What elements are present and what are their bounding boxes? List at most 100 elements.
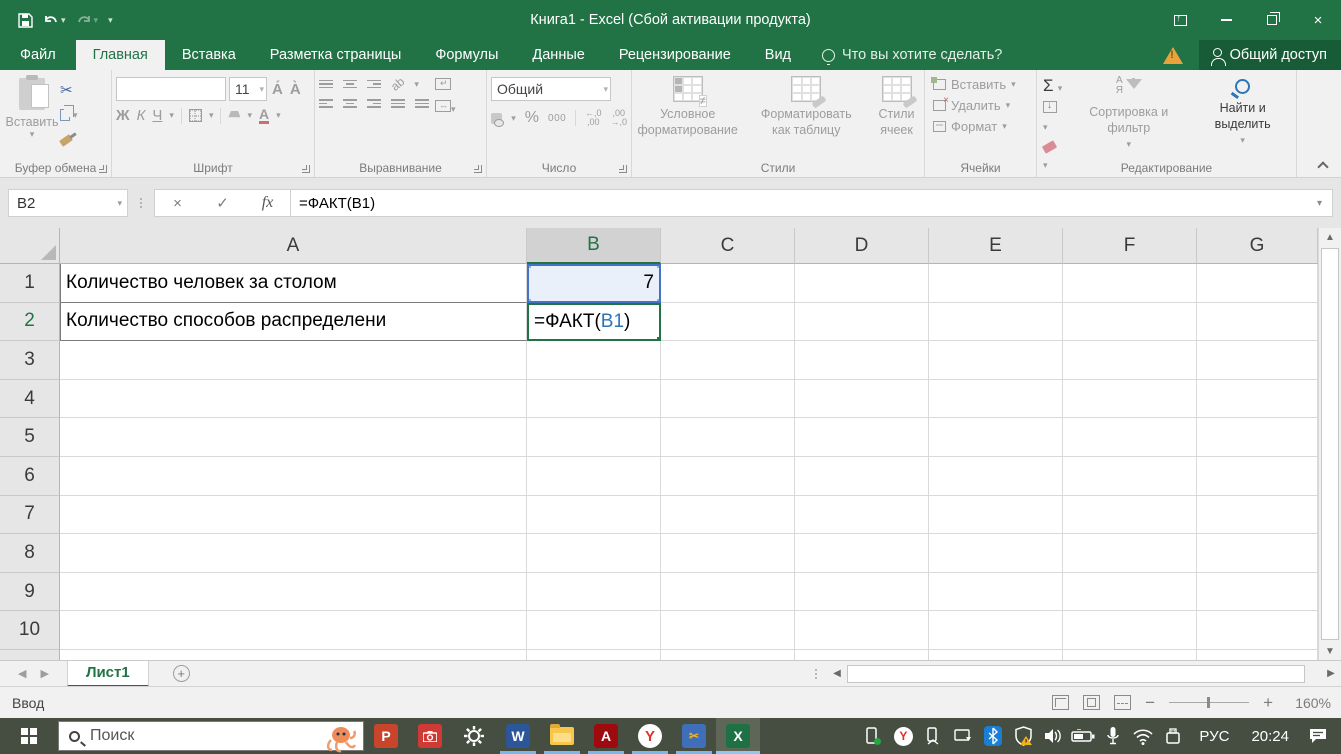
cell-D6[interactable]	[795, 456, 929, 496]
cell-C5[interactable]	[661, 418, 795, 457]
cell-C6[interactable]	[661, 456, 795, 496]
cell-E10[interactable]	[929, 611, 1063, 650]
taskbar-explorer[interactable]	[540, 718, 584, 754]
align-middle-icon[interactable]	[343, 79, 357, 89]
borders-icon[interactable]	[188, 109, 202, 122]
tray-usb-device[interactable]	[921, 718, 945, 754]
cell-A10[interactable]	[60, 611, 527, 650]
italic-button[interactable]: К	[137, 107, 146, 124]
cell-F5[interactable]	[1063, 418, 1197, 457]
cell-D8[interactable]	[795, 534, 929, 573]
column-header-A[interactable]: A	[60, 228, 527, 264]
cell-B5[interactable]	[527, 418, 661, 457]
action-center-button[interactable]	[1303, 727, 1333, 745]
cell-D2[interactable]	[795, 302, 929, 342]
row-header-2[interactable]: 2	[0, 302, 60, 342]
paste-button[interactable]: Вставить ▾	[4, 74, 60, 157]
restore-button[interactable]	[1249, 0, 1295, 40]
number-dialog-launcher[interactable]	[619, 165, 627, 173]
cell-A2[interactable]: Количество способов распределени	[60, 302, 527, 342]
cell-C3[interactable]	[661, 341, 795, 380]
minimize-button[interactable]	[1203, 0, 1249, 40]
cell-G4[interactable]	[1197, 379, 1318, 419]
tab-home[interactable]: Главная	[75, 40, 165, 70]
row-header-4[interactable]: 4	[0, 379, 60, 419]
taskbar-word[interactable]: W	[496, 718, 540, 754]
close-button[interactable]: ×	[1295, 0, 1341, 40]
cell-A11[interactable]	[60, 649, 527, 660]
cell-A8[interactable]	[60, 534, 527, 573]
cell-C10[interactable]	[661, 611, 795, 650]
insert-function-button[interactable]: fx	[245, 194, 290, 212]
cell-B6[interactable]	[527, 456, 661, 496]
tray-defender[interactable]	[1011, 718, 1035, 754]
cell-B3[interactable]	[527, 341, 661, 380]
cell-C1[interactable]	[661, 264, 795, 303]
cell-C7[interactable]	[661, 495, 795, 535]
taskbar-acrobat[interactable]: A	[584, 718, 628, 754]
zoom-slider[interactable]	[1169, 696, 1250, 708]
accounting-caret[interactable]: ▾	[511, 113, 516, 124]
taskbar-powerpoint[interactable]: P	[364, 718, 408, 754]
underline-caret[interactable]: ▾	[169, 110, 174, 121]
column-header-F[interactable]: F	[1063, 228, 1197, 264]
row-header-8[interactable]: 8	[0, 534, 60, 573]
align-bottom-icon[interactable]	[367, 79, 381, 89]
sheet-tab[interactable]: Лист1	[66, 660, 149, 687]
row-header-1[interactable]: 1	[0, 264, 60, 303]
cell-G6[interactable]	[1197, 456, 1318, 496]
increase-decimal-button[interactable]: ←,0,00	[585, 109, 602, 127]
align-right-icon[interactable]	[367, 99, 381, 108]
format-as-table-button[interactable]: Форматировать как таблицу	[753, 76, 859, 157]
cell-G9[interactable]	[1197, 572, 1318, 612]
cell-A1[interactable]: Количество человек за столом	[60, 264, 527, 303]
taskbar-yandex-browser[interactable]: Y	[628, 718, 672, 754]
cell-D1[interactable]	[795, 264, 929, 303]
row-header-11[interactable]: 11	[0, 649, 60, 660]
taskbar-snipping-tool[interactable]: ✂	[672, 718, 716, 754]
cell-F3[interactable]	[1063, 341, 1197, 380]
cell-C4[interactable]	[661, 379, 795, 419]
row-header-7[interactable]: 7	[0, 495, 60, 535]
prev-sheet-arrow[interactable]: ◀	[18, 667, 26, 680]
cell-E3[interactable]	[929, 341, 1063, 380]
taskbar-settings[interactable]	[452, 718, 496, 754]
cell-G8[interactable]	[1197, 534, 1318, 573]
tab-data[interactable]: Данные	[515, 40, 601, 70]
decrease-decimal-button[interactable]: ,00 →,0	[610, 109, 627, 127]
start-button[interactable]	[0, 718, 58, 754]
redo-dropdown-caret[interactable]: ▾	[94, 15, 99, 26]
copy-button[interactable]: ▾	[60, 105, 78, 125]
increase-font-button[interactable]: А́	[270, 81, 285, 98]
column-header-D[interactable]: D	[795, 228, 929, 264]
fill-color-icon[interactable]	[228, 111, 241, 118]
percent-style-button[interactable]: %	[525, 109, 539, 127]
row-header-3[interactable]: 3	[0, 341, 60, 380]
autosum-button[interactable]: Σ ▾	[1043, 76, 1064, 96]
comma-style-button[interactable]: 000	[548, 113, 566, 124]
tray-wifi[interactable]	[1131, 718, 1155, 754]
cell-G5[interactable]	[1197, 418, 1318, 457]
horizontal-scroll-thumb[interactable]	[847, 664, 1305, 683]
cell-E1[interactable]	[929, 264, 1063, 303]
cell-B9[interactable]	[527, 572, 661, 612]
decrease-font-button[interactable]: А̀	[288, 81, 303, 98]
fill-color-caret[interactable]: ▾	[247, 110, 252, 121]
tray-usb-drive[interactable]	[1161, 718, 1185, 754]
clipboard-dialog-launcher[interactable]	[99, 165, 107, 173]
cell-F1[interactable]	[1063, 264, 1197, 303]
cell-F10[interactable]	[1063, 611, 1197, 650]
horizontal-scrollbar[interactable]: ◀ ▶	[815, 661, 1341, 686]
zoom-in-button[interactable]: +	[1263, 693, 1273, 713]
taskbar-excel[interactable]: X	[716, 718, 760, 754]
clock[interactable]: 20:24	[1243, 728, 1297, 745]
format-painter-button[interactable]	[59, 130, 78, 150]
column-header-E[interactable]: E	[929, 228, 1063, 264]
enter-button[interactable]: ✓	[200, 194, 245, 212]
activation-warning-icon[interactable]	[1162, 46, 1183, 64]
cell-C2[interactable]	[661, 302, 795, 342]
tab-file[interactable]: Файл	[0, 40, 76, 70]
taskbar-screenshot-app[interactable]	[408, 718, 452, 754]
merge-center-caret[interactable]: ▾	[451, 104, 456, 114]
select-all-button[interactable]	[0, 228, 60, 264]
